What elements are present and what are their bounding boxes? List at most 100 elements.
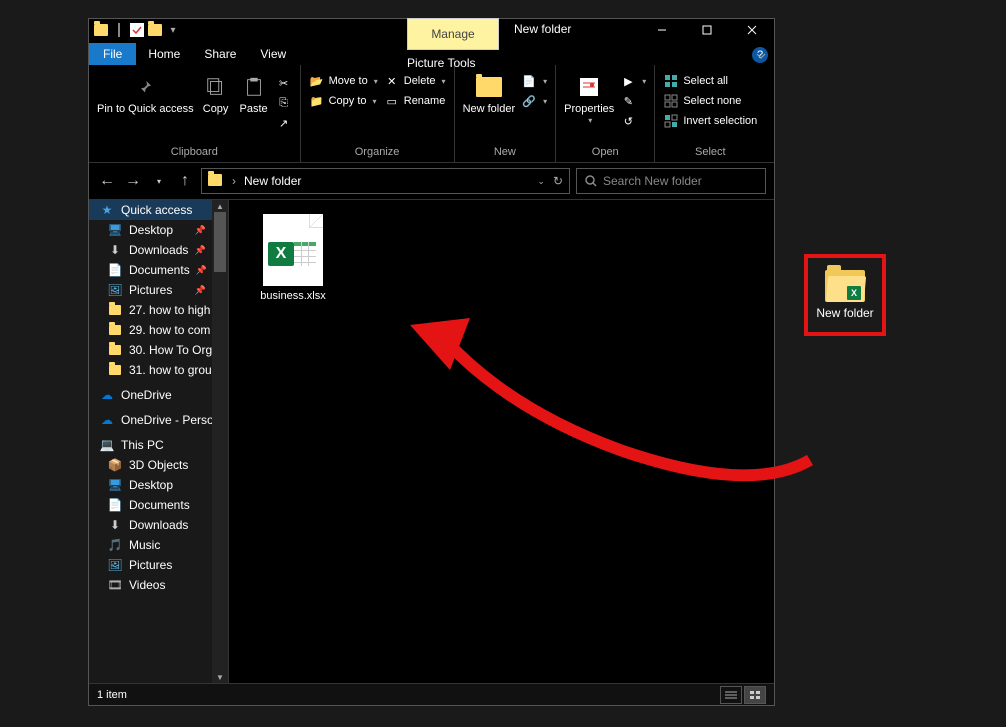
- manage-context-tab[interactable]: Manage: [407, 18, 499, 50]
- rename-icon: ▭: [384, 93, 400, 109]
- minimize-button[interactable]: [639, 19, 684, 41]
- icons-view-button[interactable]: [744, 686, 766, 704]
- up-button[interactable]: ↑: [175, 171, 195, 191]
- tab-view[interactable]: View: [248, 43, 298, 65]
- properties-icon: [573, 73, 605, 101]
- ribbon-group-organize: 📂Move to▾ 📁Copy to▾ ✕Delete▾ ▭Rename Org…: [301, 65, 455, 162]
- sidebar-item-videos[interactable]: 🎞Videos: [89, 575, 228, 595]
- pin-icon: 📌: [196, 265, 207, 276]
- easy-access-button[interactable]: 🔗▾: [521, 93, 547, 109]
- desktop-folder-highlighted[interactable]: X New folder: [804, 254, 886, 336]
- sidebar-item-pictures[interactable]: 🖼Pictures: [89, 555, 228, 575]
- sidebar-item-desktop[interactable]: 🖥Desktop: [89, 475, 228, 495]
- address-path: New folder: [244, 174, 301, 188]
- ribbon-group-clipboard: Pin to Quick access Copy Paste ✂ ⎘ ↗ Cli…: [89, 65, 301, 162]
- close-button[interactable]: [729, 19, 774, 41]
- rename-button[interactable]: ▭Rename: [384, 93, 446, 109]
- sidebar-item-folder[interactable]: 27. how to high: [89, 300, 228, 320]
- desktop-folder-label: New folder: [816, 306, 873, 320]
- details-view-button[interactable]: [720, 686, 742, 704]
- select-none-icon: [663, 93, 679, 109]
- new-folder-label: New folder: [463, 103, 516, 115]
- folder-icon: [107, 303, 123, 317]
- delete-button[interactable]: ✕Delete▾: [384, 73, 446, 89]
- sidebar-item-folder[interactable]: 31. how to grou: [89, 360, 228, 380]
- content-area[interactable]: X business.xlsx: [229, 200, 774, 683]
- new-group-label: New: [463, 144, 548, 160]
- maximize-button[interactable]: [684, 19, 729, 41]
- forward-button[interactable]: →: [123, 171, 143, 191]
- paste-shortcut-button[interactable]: ↗: [276, 115, 292, 131]
- open-button[interactable]: ▶▾: [620, 73, 646, 89]
- new-item-button[interactable]: 📄▾: [521, 73, 547, 89]
- tab-file[interactable]: File: [89, 43, 136, 65]
- folder-with-excel-icon: X: [825, 270, 865, 302]
- sidebar-onedrive-personal[interactable]: ☁OneDrive - Perso: [89, 405, 228, 430]
- titlebar: ▾ Manage New folder: [89, 19, 774, 41]
- cut-button[interactable]: ✂: [276, 75, 292, 91]
- sidebar-quick-access[interactable]: ★ Quick access: [89, 200, 228, 220]
- sidebar-item-3d-objects[interactable]: 📦3D Objects: [89, 455, 228, 475]
- download-icon: ⬇: [107, 518, 123, 532]
- tab-picture-tools[interactable]: Picture Tools: [399, 52, 483, 74]
- ribbon: Pin to Quick access Copy Paste ✂ ⎘ ↗ Cli…: [89, 65, 774, 163]
- pictures-icon: 🖼: [107, 558, 123, 572]
- collapse-ribbon-icon[interactable]: [756, 51, 766, 61]
- recent-dropdown[interactable]: ▾: [149, 171, 169, 191]
- new-folder-button[interactable]: New folder: [463, 73, 516, 115]
- new-item-icon: 📄: [521, 73, 537, 89]
- search-icon: [585, 175, 597, 187]
- paste-icon: [238, 73, 270, 101]
- scroll-up-icon[interactable]: ▲: [212, 200, 228, 212]
- navigation-bar: ← → ▾ ↑ › New folder ⌄ ↻ Search New fold…: [89, 163, 774, 199]
- scroll-down-icon[interactable]: ▼: [212, 671, 228, 683]
- address-dropdown-icon[interactable]: ⌄: [537, 176, 545, 187]
- new-folder-icon: [473, 73, 505, 101]
- select-none-button[interactable]: Select none: [663, 93, 757, 109]
- pin-icon: 📌: [195, 285, 206, 296]
- file-item[interactable]: X business.xlsx: [253, 214, 333, 302]
- sidebar-this-pc[interactable]: 💻This PC: [89, 430, 228, 455]
- checkbox-icon[interactable]: [129, 22, 145, 38]
- invert-icon: [663, 113, 679, 129]
- search-box[interactable]: Search New folder: [576, 168, 766, 194]
- desktop-icon: 🖥: [107, 478, 123, 492]
- edit-button[interactable]: ✎: [620, 93, 646, 109]
- sidebar-item-downloads[interactable]: ⬇Downloads: [89, 515, 228, 535]
- copy-button[interactable]: Copy: [200, 73, 232, 115]
- properties-button[interactable]: Properties ▾: [564, 73, 614, 126]
- sidebar-item-folder[interactable]: 29. how to com: [89, 320, 228, 340]
- sidebar-item-folder[interactable]: 30. How To Org: [89, 340, 228, 360]
- file-name: business.xlsx: [253, 290, 333, 302]
- address-bar[interactable]: › New folder ⌄ ↻: [201, 168, 570, 194]
- sidebar-item-documents[interactable]: 📄Documents📌: [89, 260, 228, 280]
- copy-path-button[interactable]: ⎘: [276, 95, 292, 111]
- sidebar-item-downloads[interactable]: ⬇Downloads📌: [89, 240, 228, 260]
- overflow-icon[interactable]: ▾: [165, 22, 181, 38]
- sidebar-scrollbar[interactable]: ▲ ▼: [212, 200, 228, 683]
- back-button[interactable]: ←: [97, 171, 117, 191]
- excel-file-icon: X: [263, 214, 323, 286]
- history-button[interactable]: ↺: [620, 113, 646, 129]
- sidebar-item-desktop[interactable]: 🖥Desktop📌: [89, 220, 228, 240]
- pin-quick-access-button[interactable]: Pin to Quick access: [97, 73, 194, 115]
- sidebar-item-pictures[interactable]: 🖼Pictures📌: [89, 280, 228, 300]
- invert-selection-button[interactable]: Invert selection: [663, 113, 757, 129]
- scrollbar-thumb[interactable]: [214, 212, 226, 272]
- folder-icon: [107, 343, 123, 357]
- file-explorer-window: ▾ Manage New folder File Home Share View…: [88, 18, 775, 706]
- move-to-button[interactable]: 📂Move to▾: [309, 73, 378, 89]
- organize-group-label: Organize: [309, 144, 446, 160]
- sidebar-item-documents[interactable]: 📄Documents: [89, 495, 228, 515]
- select-all-button[interactable]: Select all: [663, 73, 757, 89]
- copy-to-button[interactable]: 📁Copy to▾: [309, 93, 378, 109]
- star-icon: ★: [99, 203, 115, 217]
- manage-label: Manage: [431, 27, 474, 41]
- copy-icon: [200, 73, 232, 101]
- sidebar-item-music[interactable]: 🎵Music: [89, 535, 228, 555]
- sidebar-onedrive[interactable]: ☁OneDrive: [89, 380, 228, 405]
- refresh-button[interactable]: ↻: [553, 174, 563, 188]
- tab-home[interactable]: Home: [136, 43, 192, 65]
- paste-button[interactable]: Paste: [238, 73, 270, 115]
- tab-share[interactable]: Share: [192, 43, 248, 65]
